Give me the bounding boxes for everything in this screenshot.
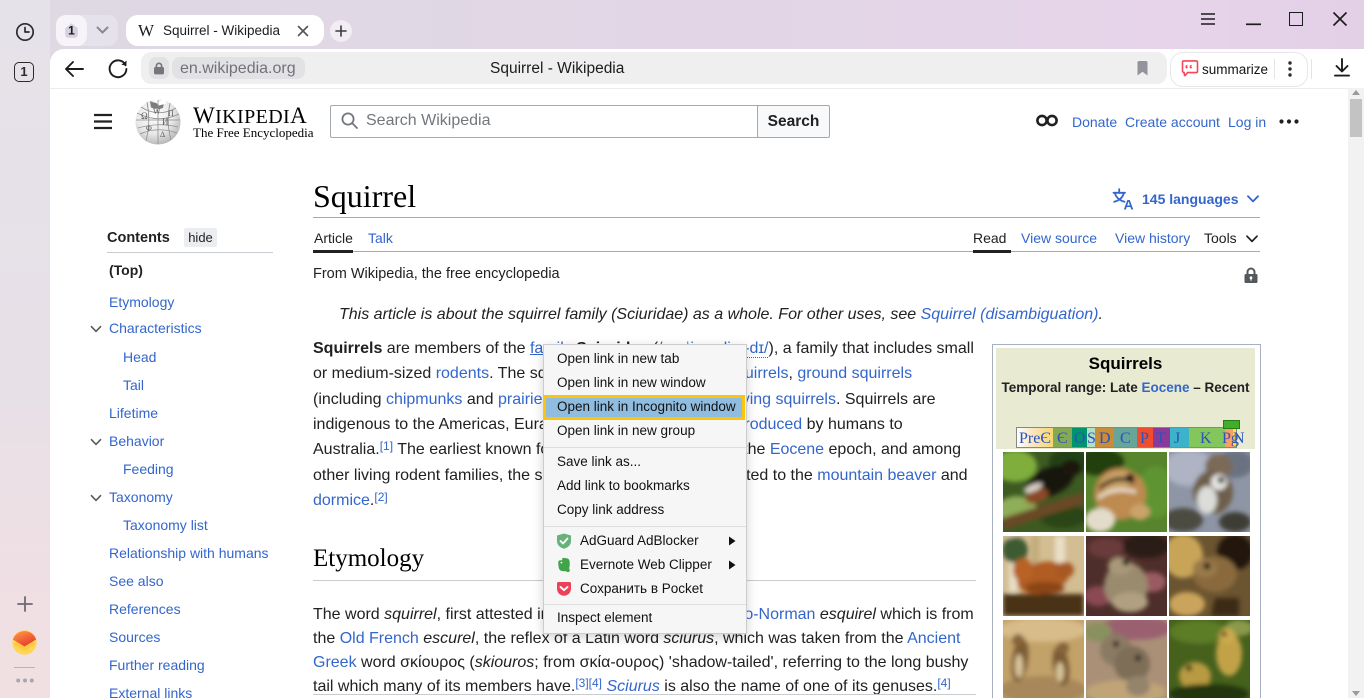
svg-text:Δ: Δ (160, 130, 165, 139)
svg-text:A: A (1124, 197, 1134, 211)
svg-text:Ω: Ω (141, 111, 148, 121)
svg-text:1: 1 (68, 24, 75, 38)
svg-text:Φ: Φ (146, 124, 152, 133)
svg-text:W: W (153, 107, 161, 116)
svg-text:Π: Π (168, 109, 174, 118)
svg-text:И: И (162, 117, 169, 127)
